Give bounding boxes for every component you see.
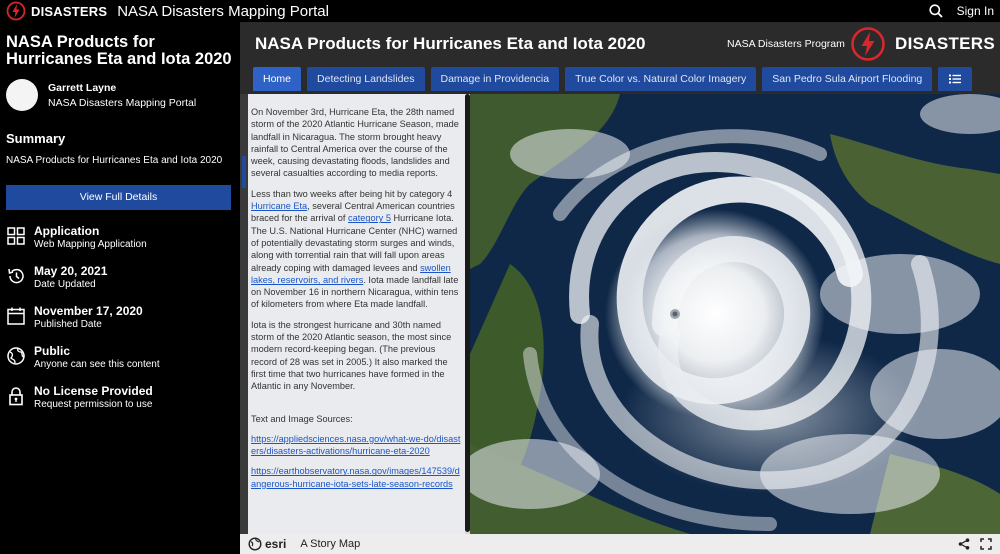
story-side-panel: On November 3rd, Hurricane Eta, the 28th…	[248, 94, 465, 534]
hurricane-satellite-image[interactable]	[470, 94, 1000, 534]
list-icon	[949, 74, 962, 84]
logo-text: DISASTERS	[31, 3, 108, 19]
meta-license: No License Provided Request permission t…	[6, 384, 234, 410]
sources-label: Text and Image Sources:	[251, 413, 353, 424]
story-title: NASA Products for Hurricanes Eta and Iot…	[255, 34, 646, 53]
apps-grid-icon	[7, 227, 25, 245]
esri-globe-icon	[248, 537, 262, 551]
owner-info: Garrett Layne NASA Disasters Mapping Por…	[6, 79, 234, 111]
story-paragraph: Iota is the strongest hurricane and 30th…	[251, 319, 452, 392]
meta-published-date: November 17, 2020 Published Date	[6, 304, 234, 330]
esri-text: esri	[265, 537, 287, 551]
meta-title: No License Provided	[34, 384, 153, 398]
meta-item-type: Application Web Mapping Application	[6, 224, 234, 250]
meta-title: November 17, 2020	[34, 304, 143, 318]
summary-heading: Summary	[6, 131, 66, 146]
story-header: NASA Products for Hurricanes Eta and Iot…	[240, 22, 1000, 66]
meta-sub: Request permission to use	[34, 399, 153, 410]
source-link[interactable]: https://earthobservatory.nasa.gov/images…	[251, 465, 463, 490]
portal-name[interactable]: NASA Disasters Mapping Portal	[117, 3, 329, 20]
top-bar: DISASTERS NASA Disasters Mapping Portal …	[0, 0, 1000, 22]
summary-text: NASA Products for Hurricanes Eta and Iot…	[6, 155, 223, 166]
source-link[interactable]: https://appliedsciences.nasa.gov/what-we…	[251, 433, 463, 458]
panel-indicator	[242, 156, 246, 188]
panel-collapse-strip[interactable]	[240, 94, 248, 534]
item-title: NASA Products for Hurricanes Eta and Iot…	[6, 33, 232, 68]
esri-logo[interactable]: esri	[248, 537, 286, 551]
tab-detecting-landslides[interactable]: Detecting Landslides	[307, 67, 425, 91]
tab-home[interactable]: Home	[253, 67, 302, 91]
sign-in-link[interactable]: Sign In	[957, 4, 994, 18]
meta-sub: Anyone can see this content	[34, 359, 160, 370]
history-icon	[8, 268, 24, 284]
category-5-link[interactable]: category 5	[348, 213, 391, 223]
search-icon[interactable]	[929, 4, 943, 18]
story-map-frame: NASA Products for Hurricanes Eta and Iot…	[240, 22, 1000, 554]
globe-icon	[7, 347, 25, 365]
story-paragraph: On November 3rd, Hurricane Eta, the 28th…	[251, 107, 459, 179]
program-name[interactable]: NASA Disasters Program	[727, 38, 845, 50]
hurricane-eta-link[interactable]: Hurricane Eta	[251, 201, 307, 211]
story-tabs: Home Detecting Landslides Damage in Prov…	[253, 67, 973, 91]
meta-sub: Date Updated	[34, 279, 96, 290]
item-details-sidebar: NASA Products for Hurricanes Eta and Iot…	[0, 22, 240, 554]
meta-sharing: Public Anyone can see this content	[6, 344, 234, 370]
story-map-label: A Story Map	[300, 538, 361, 550]
meta-title: Application	[34, 224, 100, 238]
owner-name[interactable]: Garrett Layne	[48, 82, 196, 94]
meta-date-updated: May 20, 2021 Date Updated	[6, 264, 234, 290]
meta-sub: Web Mapping Application	[34, 239, 147, 250]
disasters-lightning-icon	[6, 1, 26, 21]
owner-org: NASA Disasters Mapping Portal	[48, 96, 197, 109]
tab-true-color-vs-natural-color[interactable]: True Color vs. Natural Color Imagery	[565, 67, 757, 91]
calendar-icon	[7, 307, 25, 325]
meta-sub: Published Date	[34, 319, 102, 330]
meta-title: May 20, 2021	[34, 264, 108, 278]
meta-title: Public	[34, 344, 71, 358]
share-icon[interactable]	[958, 538, 970, 550]
tab-san-pedro-sula-airport-flooding[interactable]: San Pedro Sula Airport Flooding	[762, 67, 933, 91]
text-span: Less than two weeks after being hit by c…	[251, 188, 453, 199]
fullscreen-icon[interactable]	[980, 538, 992, 550]
view-full-details-button[interactable]: View Full Details	[6, 185, 231, 210]
lock-icon	[9, 387, 23, 406]
disasters-lightning-icon[interactable]	[850, 26, 886, 62]
story-paragraph: Less than two weeks after being hit by c…	[251, 188, 463, 311]
brand-text: DISASTERS	[895, 34, 995, 53]
tab-damage-in-providencia[interactable]: Damage in Providencia	[430, 67, 560, 91]
avatar[interactable]	[6, 79, 38, 111]
disasters-logo[interactable]: DISASTERS	[6, 1, 107, 21]
story-footer: esri A Story Map	[240, 534, 1000, 554]
tab-list-button[interactable]	[938, 67, 973, 91]
